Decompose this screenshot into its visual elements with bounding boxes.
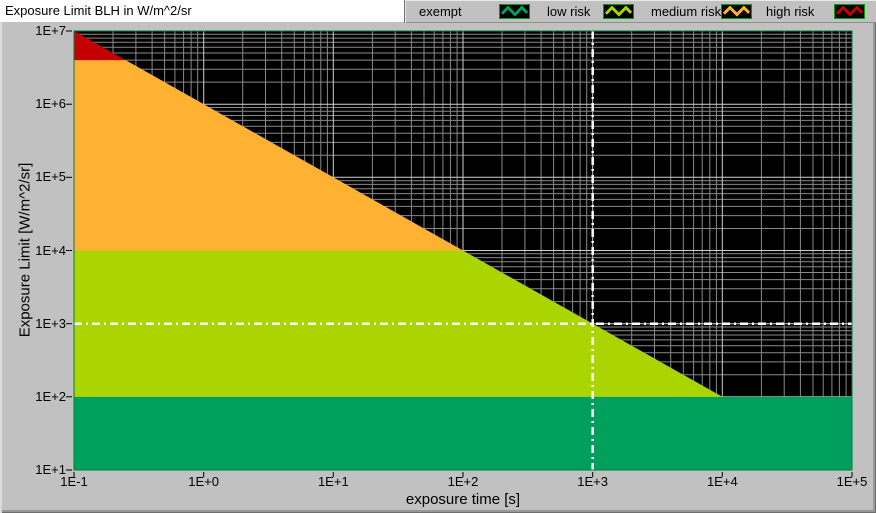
x-tick-label: 1E+0	[174, 474, 234, 489]
y-tick-label: 1E+1	[20, 462, 66, 477]
x-tick-label: 1E+3	[563, 474, 623, 489]
y-tick-label: 1E+6	[20, 96, 66, 111]
x-tick-label: 1E+1	[303, 474, 363, 489]
plot-area[interactable]	[0, 0, 876, 513]
graph-window: Exposure Limit BLH in W/m^2/sr exemptlow…	[0, 0, 876, 513]
x-tick-label: 1E+4	[692, 474, 752, 489]
x-tick-label: 1E+2	[433, 474, 493, 489]
y-tick-label: 1E+7	[20, 23, 66, 38]
x-axis-title: exposure time [s]	[406, 491, 520, 508]
region-exempt	[74, 397, 852, 470]
x-tick-label: 1E+5	[822, 474, 876, 489]
y-tick-label: 1E+2	[20, 389, 66, 404]
y-axis-title: Exposure Limit [W/m^2/sr]	[17, 163, 34, 338]
